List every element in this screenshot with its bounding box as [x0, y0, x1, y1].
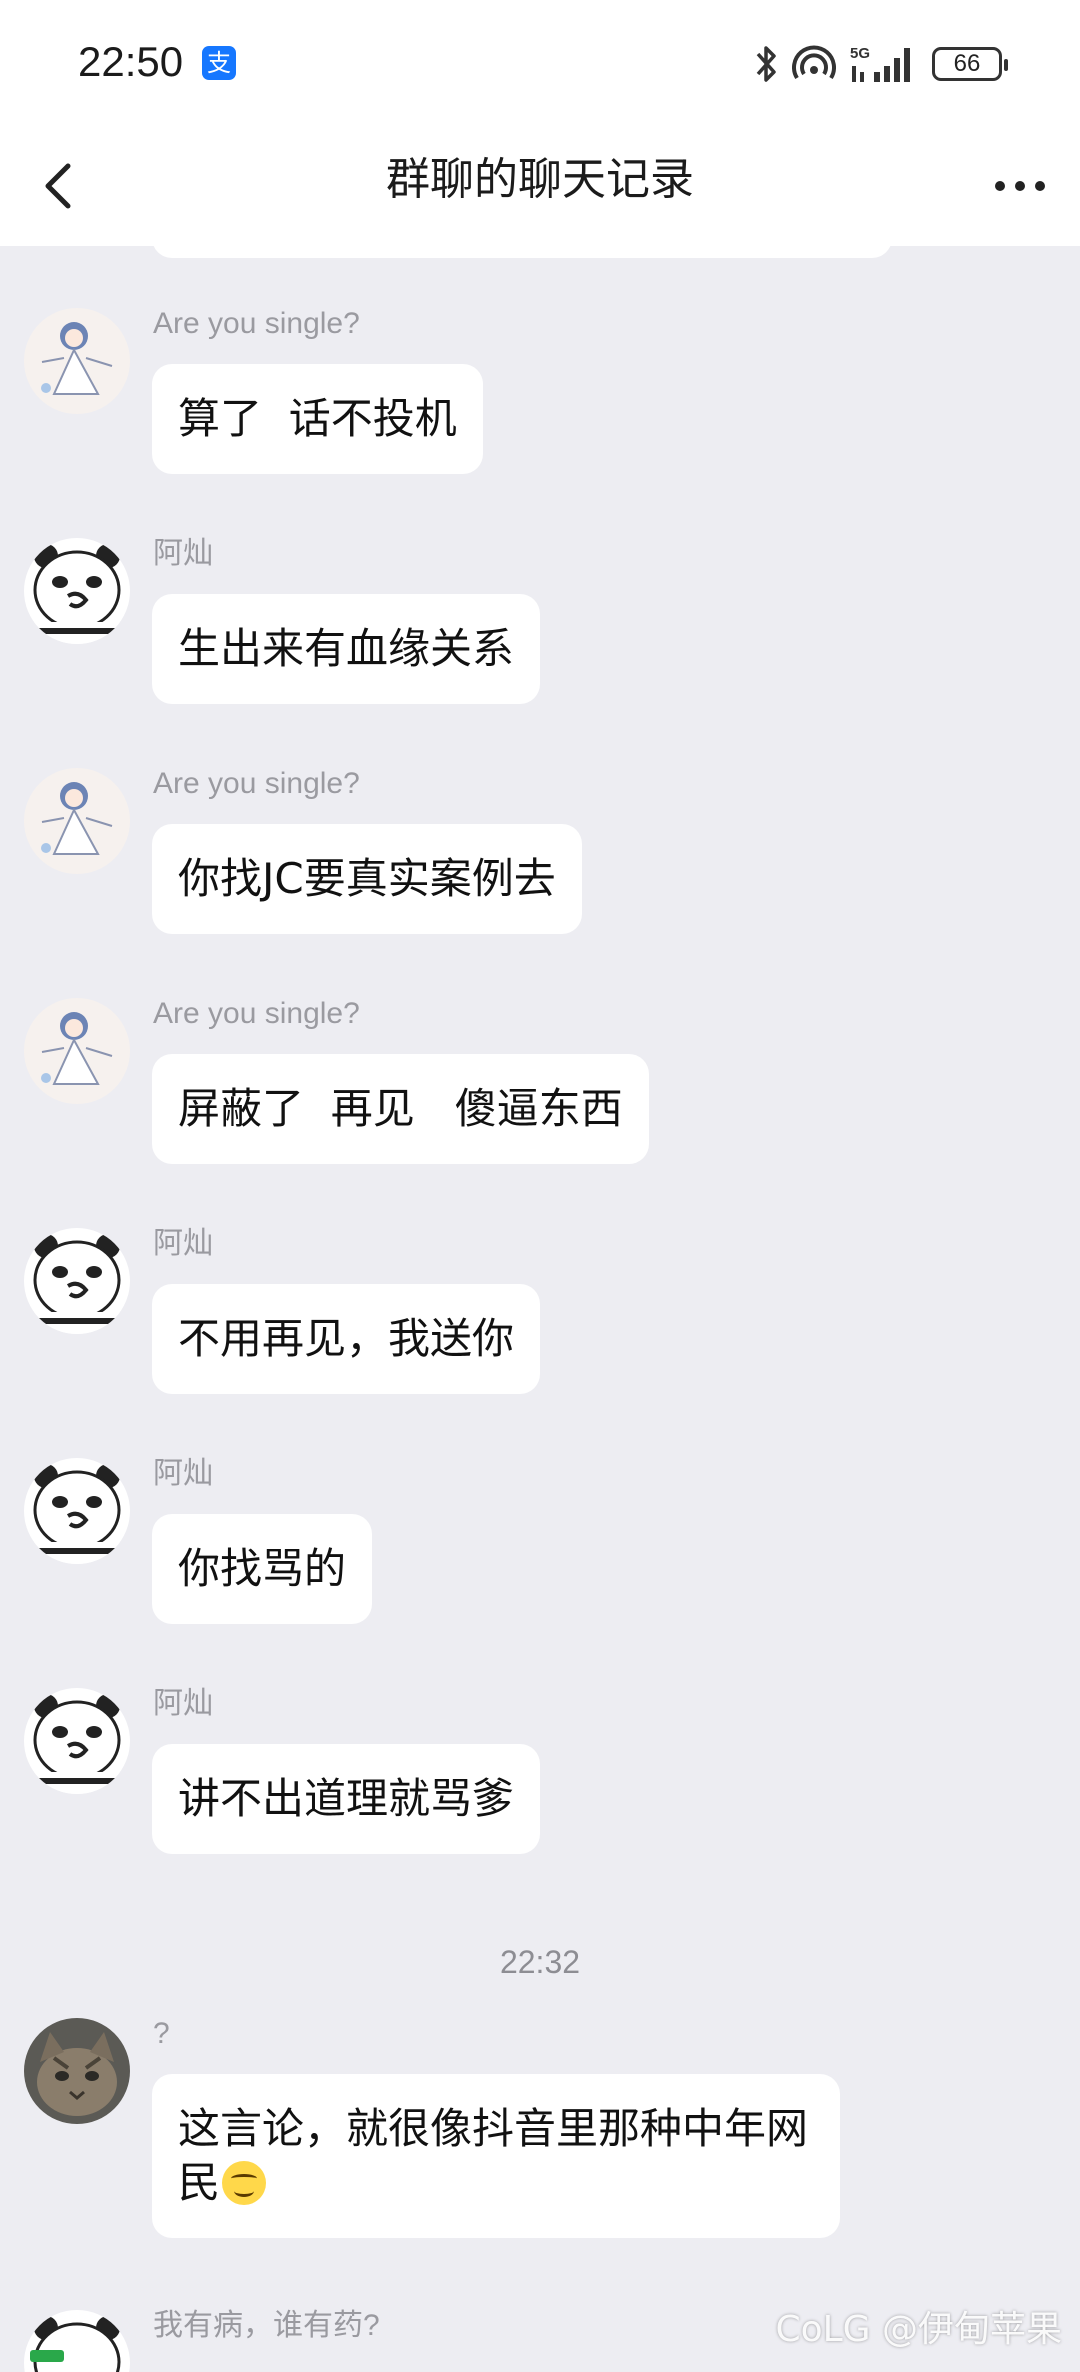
alipay-icon: 支 [202, 46, 236, 80]
sender-name: Are you single? [153, 767, 360, 800]
status-bar: 22:50 支 5G 66 [0, 0, 1080, 128]
panda-meme-avatar[interactable] [24, 1688, 130, 1794]
message-bubble[interactable]: 不用再见，我送你 [152, 1284, 541, 1394]
message-bubble[interactable]: 你找骂的 [152, 1514, 373, 1624]
battery-icon: 66 [932, 47, 1008, 81]
panda-meme-avatar[interactable] [24, 2310, 130, 2372]
sender-name: 阿灿 [153, 1687, 213, 1720]
anime-girl-avatar[interactable] [24, 768, 130, 874]
status-icons: 5G 66 [752, 40, 1008, 88]
hotspot-icon [792, 45, 836, 80]
more-options-button[interactable] [990, 154, 1050, 218]
panda-meme-avatar[interactable] [24, 1228, 130, 1334]
previous-message-bubble [152, 246, 892, 258]
network-type: 5G [850, 45, 870, 62]
sender-name: 阿灿 [153, 1227, 213, 1260]
message-text: 这言论，就很像抖音里那种中年网民 [178, 2104, 809, 2207]
message-bubble[interactable]: 你找JC要真实案例去 [152, 824, 582, 934]
anime-girl-avatar[interactable] [24, 998, 130, 1104]
sender-name: ? [153, 2017, 170, 2050]
message-bubble[interactable]: 屏蔽了 再见 傻逼东西 [152, 1054, 649, 1164]
message-bubble[interactable]: 生出来有血缘关系 [152, 594, 541, 704]
nav-bar: 群聊的聊天记录 [0, 128, 1080, 246]
panda-meme-avatar[interactable] [24, 538, 130, 644]
sender-name: 我有病，谁有药? [153, 2309, 380, 2342]
bluetooth-icon [756, 46, 776, 82]
chat-history[interactable]: Are you single? 算了 话不投机 阿灿 生出来有血缘关系 Are … [0, 246, 1080, 2372]
cat-avatar[interactable] [24, 2018, 130, 2124]
anime-girl-avatar[interactable] [24, 308, 130, 414]
panda-meme-avatar[interactable] [24, 1458, 130, 1564]
sender-name: Are you single? [153, 307, 360, 340]
page-title: 群聊的聊天记录 [386, 154, 694, 205]
message-bubble[interactable]: 讲不出道理就骂爹 [152, 1744, 541, 1854]
message-bubble[interactable]: 这言论，就很像抖音里那种中年网民 [152, 2074, 840, 2238]
signal-5g-icon: 5G [850, 45, 910, 82]
status-time: 22:50 [78, 38, 184, 85]
watermark: CoLG @伊甸苹果 [775, 2309, 1062, 2350]
sender-name: 阿灿 [153, 1457, 213, 1490]
smile-emoji-icon [222, 2161, 267, 2205]
sender-name: 阿灿 [153, 537, 213, 570]
sender-name: Are you single? [153, 997, 360, 1030]
time-divider: 22:32 [499, 1944, 581, 1980]
message-bubble[interactable]: 算了 话不投机 [152, 364, 483, 474]
